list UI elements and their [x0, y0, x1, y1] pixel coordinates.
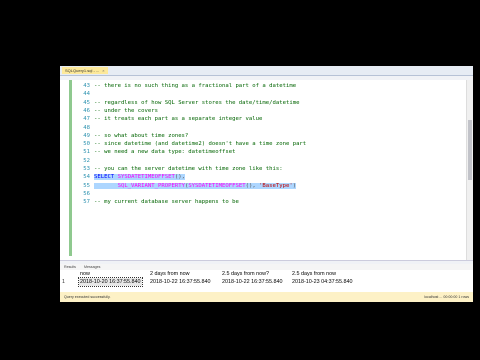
code-line[interactable]: 48 [60, 124, 473, 132]
line-number: 48 [83, 124, 90, 131]
code-line[interactable]: 49 -- so what about time zones? [60, 132, 473, 140]
code-text: -- regardless of how SQL Server stores t… [94, 99, 299, 107]
line-number: 47 [83, 116, 90, 123]
line-number: 57 [83, 199, 90, 206]
code-text: SQL_VARIANT_PROPERTY(SYSDATETIMEOFFSET()… [94, 182, 297, 190]
line-number: 55 [83, 182, 90, 189]
table-cell[interactable]: 2018-10-22 16:37:55.840 [222, 278, 283, 286]
ssms-window: SQLQuery1.sql - ... × 43 -- there is no su… [60, 66, 473, 302]
code-line[interactable]: 57 -- my current database server happens … [60, 198, 473, 206]
column-header-now[interactable]: now [80, 270, 90, 278]
line-number: 49 [83, 132, 90, 139]
results-pane: Results Messages now 2 days from now 2.5… [60, 264, 473, 292]
line-number: 50 [83, 141, 90, 148]
status-message: Query executed successfully. [64, 295, 111, 299]
code-line[interactable]: 56 [60, 190, 473, 198]
line-number: 45 [83, 99, 90, 106]
code-text: SELECT SYSDATETIMEOFFSET(), [94, 173, 185, 181]
code-line[interactable]: 46 -- under the covers [60, 107, 473, 115]
code-line[interactable]: 44 [60, 90, 473, 98]
code-token: -- since datetime (and datetime2) doesn'… [94, 141, 307, 148]
code-token: -- under the covers [94, 107, 158, 114]
column-header-2-5-days[interactable]: 2.5 days from now [292, 270, 336, 278]
code-token: -- regardless of how SQL Server stores t… [94, 99, 300, 106]
scrollbar-thumb[interactable] [468, 120, 472, 180]
code-token: (), [174, 174, 185, 181]
code-line[interactable]: 50 -- since datetime (and datetime2) does… [60, 140, 473, 148]
code-text: -- you can the server datetime with time… [94, 165, 283, 173]
row-number: 1 [62, 279, 65, 285]
code-token: SQL_VARIANT_PROPERTY [117, 182, 185, 189]
vertical-scrollbar[interactable] [466, 80, 473, 260]
code-token: -- you can the server datetime with time… [94, 166, 283, 172]
close-icon[interactable]: × [102, 68, 104, 73]
table-cell[interactable]: 2018-10-23 04:37:55.840 [292, 278, 353, 286]
tab-results[interactable]: Results [62, 264, 78, 270]
code-text: -- we need a new data type: datetimeoffs… [94, 148, 235, 156]
line-number: 51 [83, 149, 90, 156]
line-number: 54 [83, 174, 90, 181]
code-line[interactable]: 54 SELECT SYSDATETIMEOFFSET(), [60, 173, 473, 181]
column-header-2-5-days-q[interactable]: 2.5 days from now? [222, 270, 269, 278]
code-line[interactable]: 43 -- there is no such thing as a fractio… [60, 82, 473, 90]
code-token: -- we need a new data type: datetimeoffs… [94, 149, 236, 156]
column-header-2-days[interactable]: 2 days from now [150, 270, 190, 278]
code-token: (), [245, 182, 260, 189]
code-token: ) [292, 182, 297, 189]
code-line[interactable]: 47 -- it treats each part as a separate i… [60, 115, 473, 123]
line-number: 53 [83, 166, 90, 172]
code-text: -- there is no such thing as a fractiona… [94, 82, 296, 90]
document-tab-strip: SQLQuery1.sql - ... × [60, 66, 473, 76]
code-line[interactable]: 51 -- we need a new data type: datetimeof… [60, 148, 473, 156]
line-number: 43 [83, 83, 90, 89]
line-number: 44 [83, 91, 90, 98]
code-token: -- my current database server happens to… [94, 199, 239, 206]
code-token: -- there is no such thing as a fractiona… [94, 83, 297, 89]
table-cell[interactable]: 2018-10-20 16:37:55.840 [78, 277, 143, 287]
code-token: SELECT [94, 174, 115, 181]
line-number: 46 [83, 107, 90, 114]
query-editor[interactable]: 43 -- there is no such thing as a fractio… [60, 80, 473, 260]
code-token: SYSDATETIMEOFFSET [188, 182, 246, 189]
code-line[interactable]: 55 SQL_VARIANT_PROPERTY(SYSDATETIMEOFFSE… [60, 182, 473, 190]
code-text: -- it treats each part as a separate int… [94, 115, 262, 123]
code-line[interactable]: 53 -- you can the server datetime with ti… [60, 165, 473, 173]
status-info: localhost ... 00:00:00 1 rows [424, 295, 469, 299]
code-token [94, 182, 118, 189]
code-text: -- under the covers [94, 107, 158, 115]
table-cell[interactable]: 2018-10-22 16:37:55.840 [150, 278, 211, 286]
code-text: -- since datetime (and datetime2) doesn'… [94, 140, 306, 148]
code-token: -- so what about time zones? [94, 132, 189, 139]
line-number: 56 [83, 190, 90, 197]
code-token: SYSDATETIMEOFFSET [117, 174, 175, 181]
line-number: 52 [83, 157, 90, 164]
code-text: -- my current database server happens to… [94, 198, 239, 206]
code-token: 'BaseType' [259, 182, 293, 189]
code-line[interactable]: 45 -- regardless of how SQL Server stores… [60, 99, 473, 107]
status-bar: Query executed successfully. localhost .… [60, 292, 473, 302]
code-token: -- it treats each part as a separate int… [94, 116, 263, 123]
tab-query[interactable]: SQLQuery1.sql - ... × [62, 67, 108, 74]
code-line[interactable]: 52 [60, 157, 473, 165]
code-text: -- so what about time zones? [94, 132, 188, 140]
tab-query-label: SQLQuery1.sql - ... [65, 68, 100, 73]
